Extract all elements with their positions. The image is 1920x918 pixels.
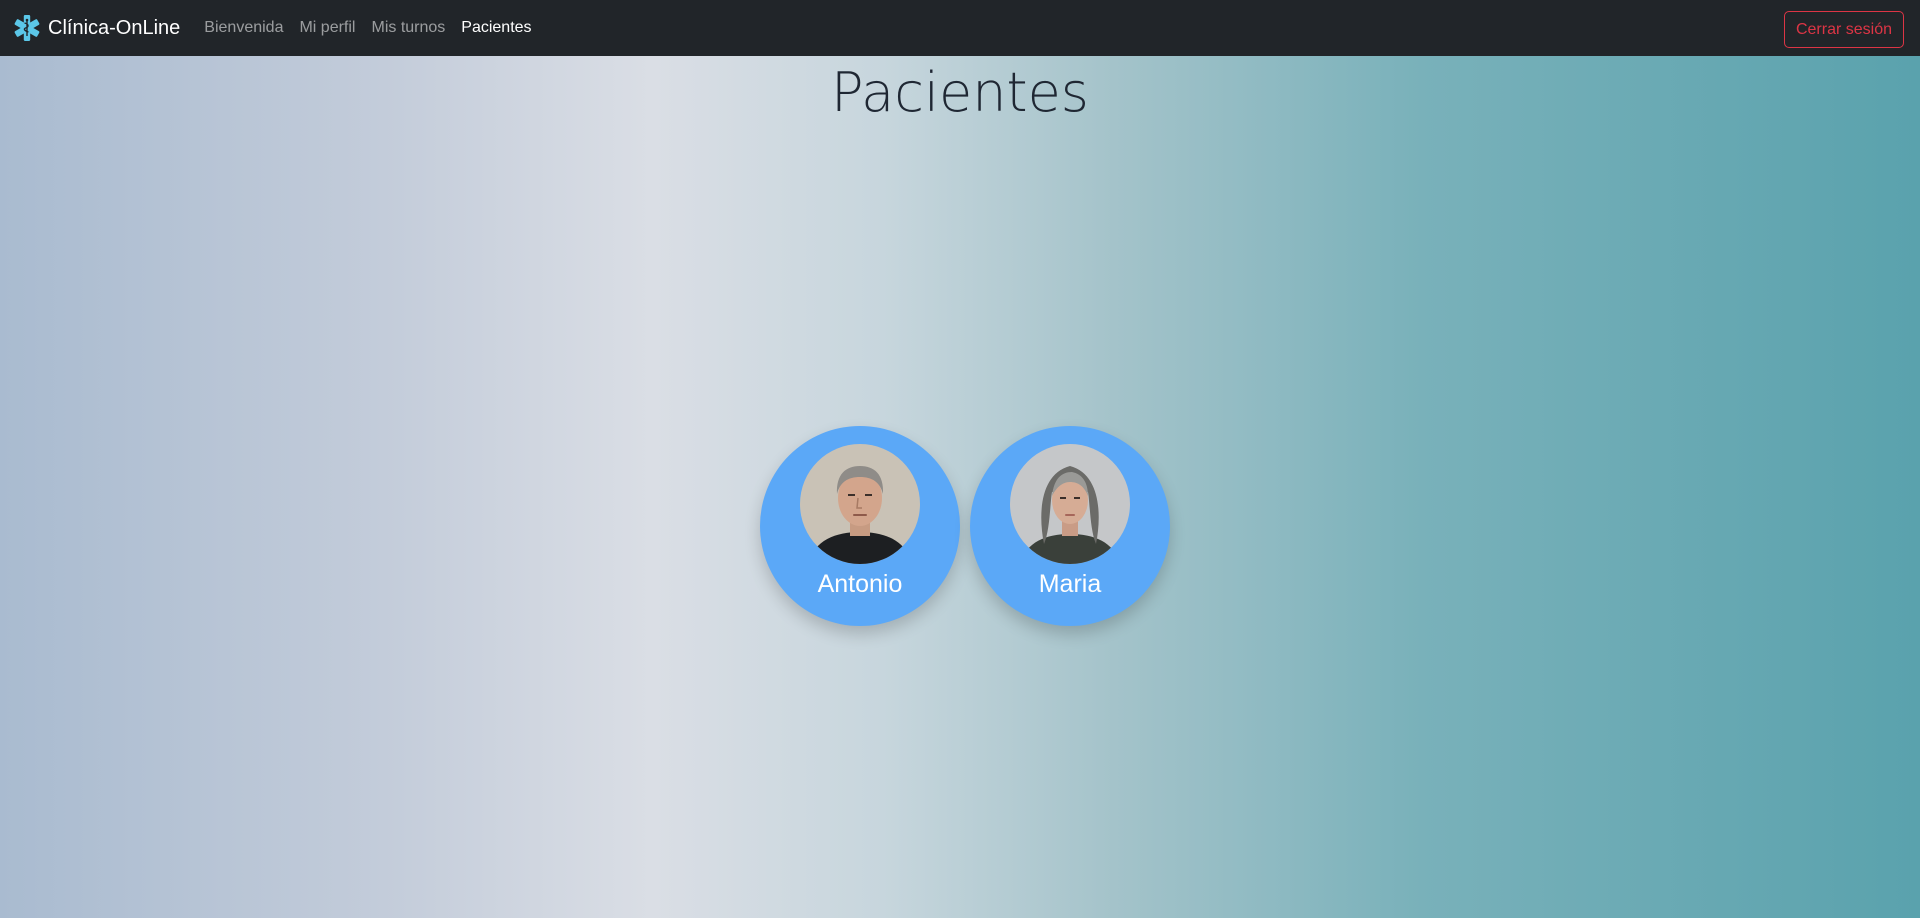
nav-link-pacientes[interactable]: Pacientes (461, 19, 531, 37)
nav-link-bienvenida[interactable]: Bienvenida (204, 19, 283, 37)
man-portrait-image (800, 444, 920, 564)
nav-links: Bienvenida Mi perfil Mis turnos Paciente… (204, 19, 531, 37)
patient-list: Antonio Maria (760, 426, 1170, 626)
patient-name: Maria (1038, 570, 1102, 598)
brand-link[interactable]: Clínica-OnLine (12, 13, 180, 43)
patient-card-maria[interactable]: Maria (970, 426, 1170, 626)
avatar (800, 444, 920, 564)
navbar: Clínica-OnLine Bienvenida Mi perfil Mis … (0, 0, 1920, 56)
avatar (1010, 444, 1130, 564)
brand-name: Clínica-OnLine (48, 16, 181, 39)
patient-name: Antonio (817, 570, 903, 598)
main-content: Pacientes Antonio Maria (0, 56, 1920, 918)
nav-link-mi-perfil[interactable]: Mi perfil (299, 19, 355, 37)
patient-card-antonio[interactable]: Antonio (760, 426, 960, 626)
medical-star-icon (14, 15, 40, 41)
page-title: Pacientes (831, 61, 1089, 124)
woman-portrait-image (1010, 444, 1130, 564)
nav-link-mis-turnos[interactable]: Mis turnos (371, 19, 445, 37)
logout-button[interactable]: Cerrar sesión (1783, 11, 1904, 48)
